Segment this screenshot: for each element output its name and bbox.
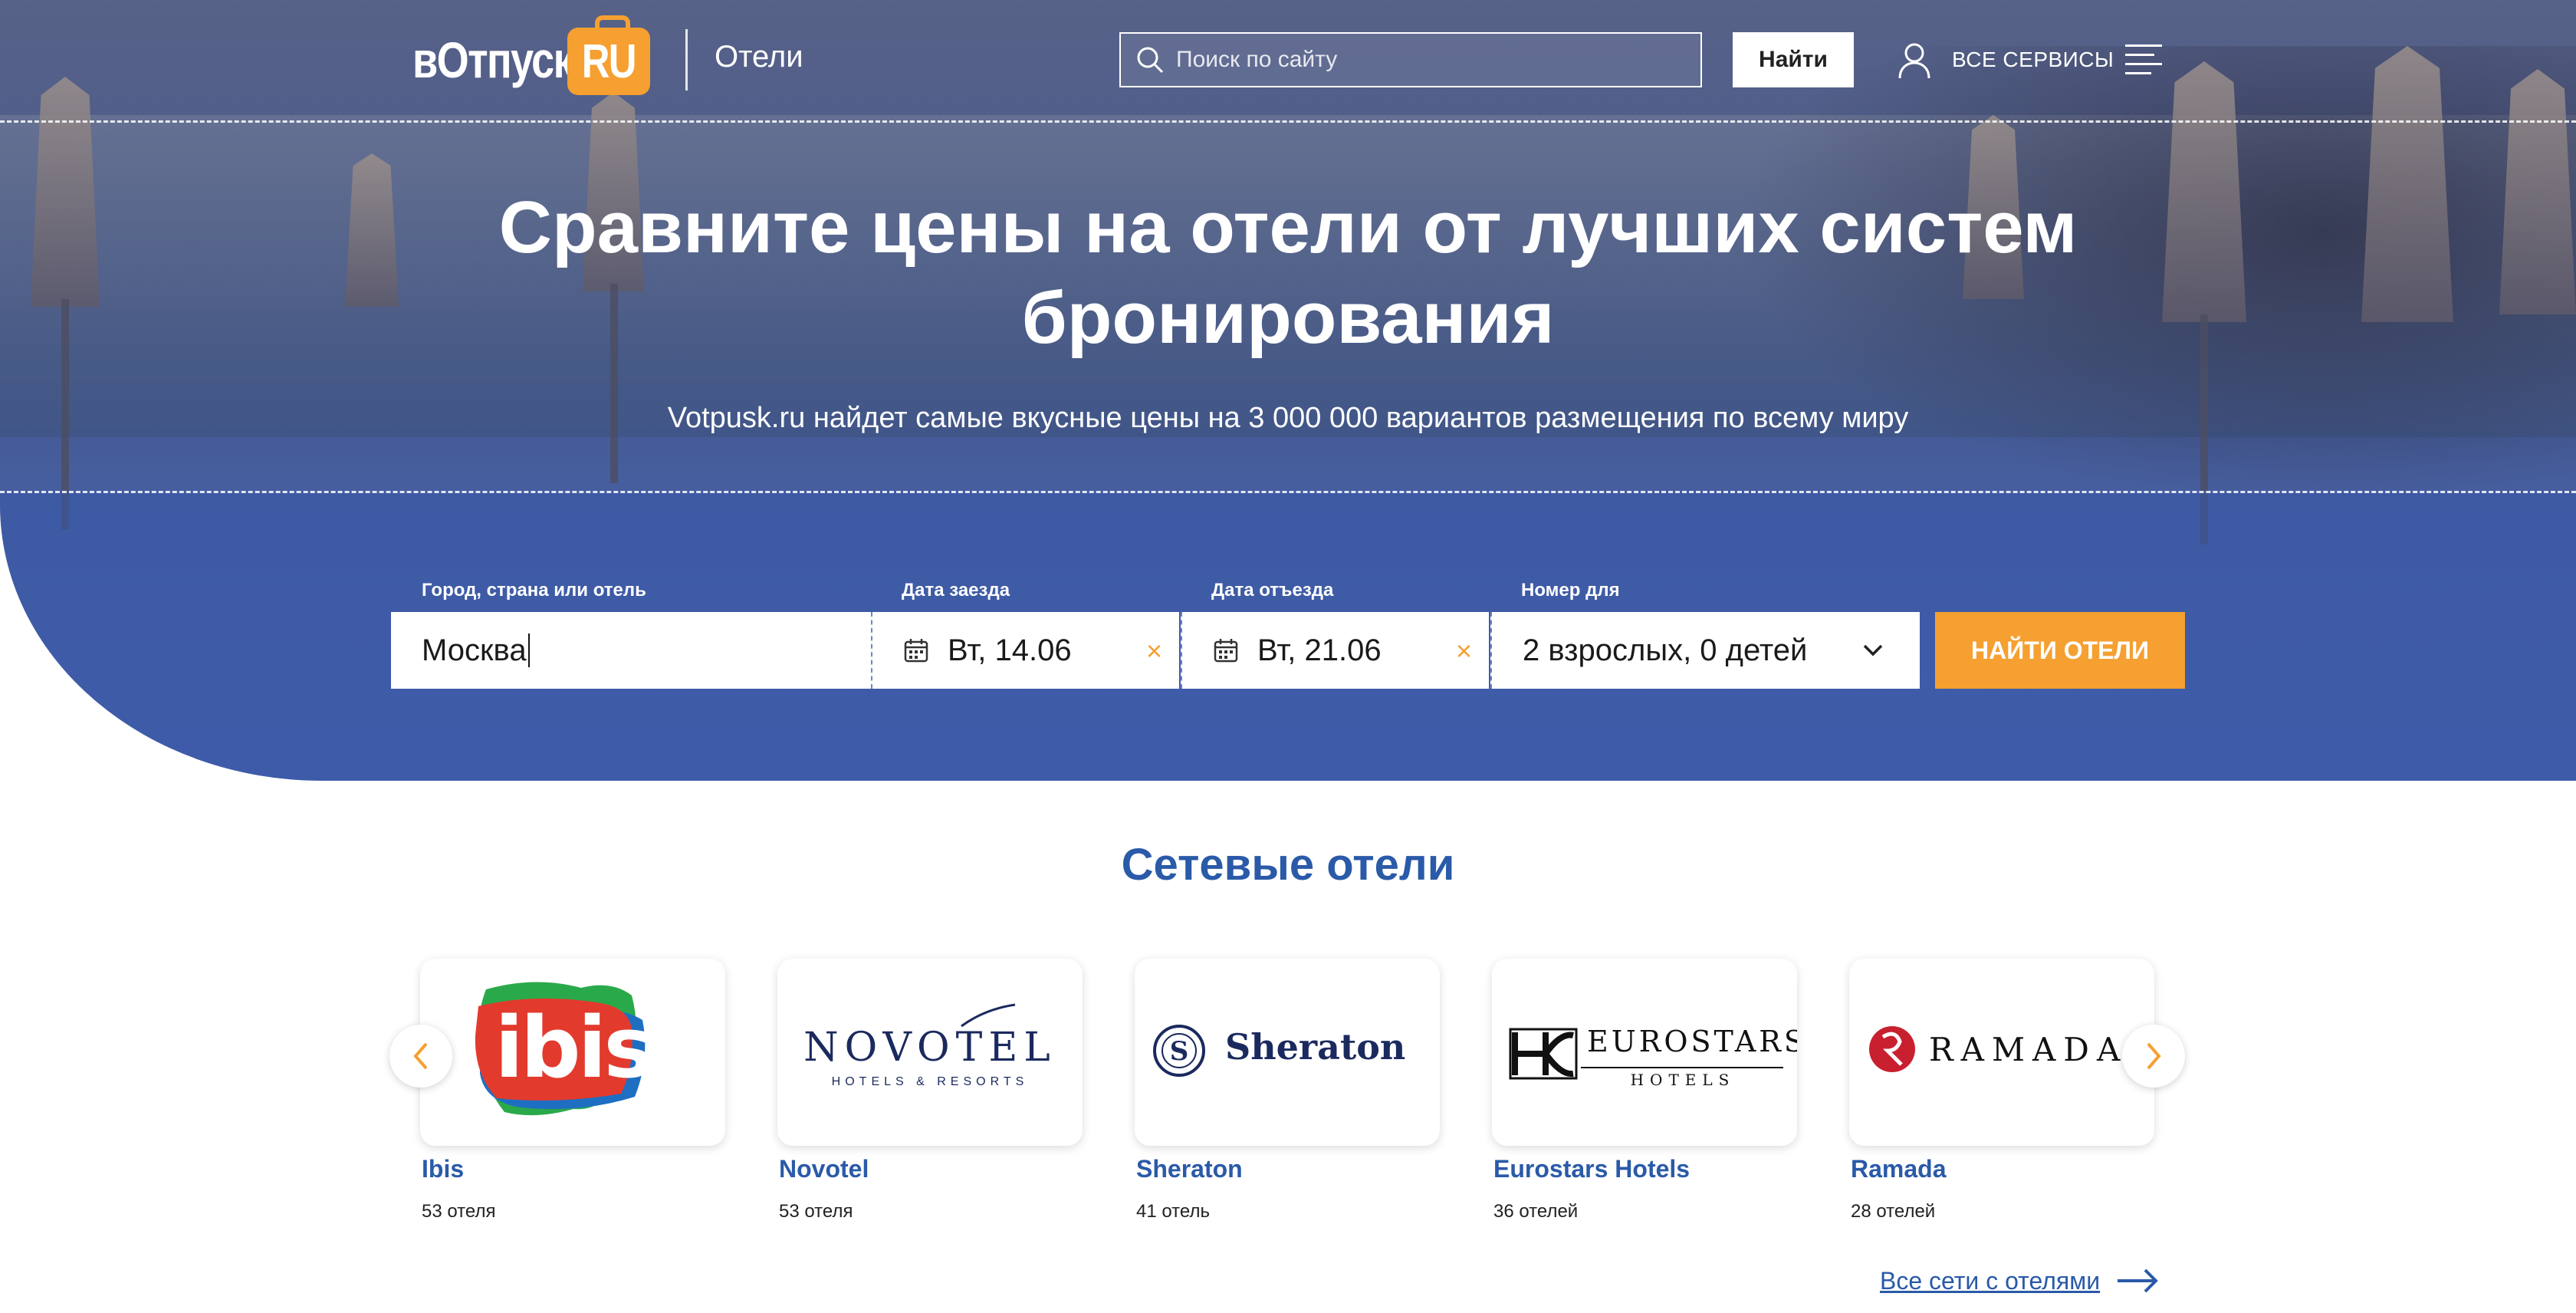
logo-text: вОтпуск (412, 31, 574, 88)
form-divider (0, 491, 2576, 493)
calendar-icon (904, 639, 928, 663)
checkout-date-value: Вт, 21.06 (1257, 633, 1382, 667)
site-search (1119, 32, 1702, 87)
ibis-logo-text: ibis (495, 999, 654, 1097)
chain-count-ibis: 53 отеля (422, 1201, 496, 1222)
chains-section-title: Сетевые отели (1121, 840, 1455, 890)
clear-checkout-icon[interactable]: × (1456, 635, 1472, 667)
chain-card-ramada[interactable]: RAMADA (1849, 959, 2154, 1146)
chevron-right-icon (2147, 1042, 2161, 1070)
checkin-date-value: Вт, 14.06 (948, 633, 1072, 667)
site-logo[interactable]: вОтпуск RU (412, 15, 650, 97)
novotel-logo-text: NOVOTEL (803, 1025, 1056, 1071)
carousel-next-button[interactable] (2122, 1025, 2185, 1088)
clear-checkin-icon[interactable]: × (1146, 635, 1162, 667)
chain-card-sheraton[interactable]: S Sheraton (1135, 959, 1440, 1146)
svg-text:S: S (1170, 1036, 1189, 1067)
hero-title: Сравните цены на отели от лучших систем … (0, 183, 2576, 364)
guests-select[interactable]: 2 взрослых, 0 детей (1490, 612, 1920, 689)
chain-name-novotel[interactable]: Novotel (779, 1155, 869, 1183)
checkout-label: Дата отъезда (1211, 580, 1334, 601)
guests-label: Номер для (1521, 580, 1620, 601)
calendar-icon (1214, 639, 1238, 663)
menu-burger-icon[interactable] (2125, 44, 2162, 75)
site-search-button[interactable]: Найти (1733, 32, 1854, 87)
chain-count-ramada: 28 отелей (1851, 1201, 1936, 1222)
hero-subtitle: Votpusk.ru найдет самые вкусные цены на … (667, 402, 1909, 434)
checkin-label: Дата заезда (902, 580, 1010, 601)
guests-value: 2 взрослых, 0 детей (1523, 633, 1808, 667)
novotel-logo-sub: HOTELS & RESORTS (831, 1075, 1029, 1088)
chain-name-ramada[interactable]: Ramada (1851, 1155, 1947, 1183)
chain-count-eurostars: 36 отелей (1493, 1201, 1579, 1222)
hero-title-line1: Сравните цены на отели от лучших систем (498, 186, 2078, 268)
chain-count-novotel: 53 отеля (779, 1201, 853, 1222)
city-input[interactable]: Москва (391, 612, 871, 689)
sheraton-logo-text: Sheraton (1225, 1026, 1406, 1068)
chain-name-sheraton[interactable]: Sheraton (1136, 1155, 1243, 1183)
chain-name-eurostars[interactable]: Eurostars Hotels (1493, 1155, 1690, 1183)
checkin-date-field[interactable]: Вт, 14.06 × (871, 612, 1179, 689)
chain-card-ibis[interactable]: ibis (420, 959, 725, 1146)
logo-suitcase-icon: RU (567, 15, 650, 95)
user-icon[interactable] (1897, 41, 1932, 80)
carousel-prev-button[interactable] (389, 1025, 452, 1088)
site-header: вОтпуск RU Отели Найти ВСЕ СЕРВИСЫ (0, 0, 2576, 121)
section-title[interactable]: Отели (715, 40, 803, 74)
checkout-date-field[interactable]: Вт, 21.06 × (1181, 612, 1489, 689)
eurostars-logo-sub: HOTELS (1630, 1071, 1736, 1089)
hero-title-line2: бронирования (1021, 277, 1555, 359)
logo-badge-text: RU (581, 35, 637, 88)
chain-card-eurostars[interactable]: EUROSTARS HOTELS (1492, 959, 1797, 1146)
arrow-right-icon[interactable] (2116, 1267, 2159, 1295)
all-chains-link[interactable]: Все сети с отелями (1880, 1267, 2100, 1295)
all-services-link[interactable]: ВСЕ СЕРВИСЫ (1952, 48, 2114, 72)
chain-name-ibis[interactable]: Ibis (422, 1155, 464, 1183)
chevron-left-icon (413, 1042, 428, 1070)
city-input-value: Москва (422, 633, 527, 667)
find-hotels-button[interactable]: НАЙТИ ОТЕЛИ (1935, 612, 2185, 689)
city-label: Город, страна или отель (422, 580, 646, 601)
ramada-logo-text: RAMADA (1929, 1031, 2128, 1068)
chain-count-sheraton: 41 отель (1136, 1201, 1210, 1222)
chain-card-novotel[interactable]: NOVOTEL HOTELS & RESORTS (777, 959, 1083, 1146)
eurostars-logo-text: EUROSTARS (1587, 1025, 1797, 1058)
search-icon (1133, 43, 1167, 77)
header-separator (685, 29, 688, 90)
site-search-input[interactable] (1175, 46, 1700, 74)
text-caret (527, 633, 530, 667)
chevron-down-icon (1863, 644, 1883, 656)
